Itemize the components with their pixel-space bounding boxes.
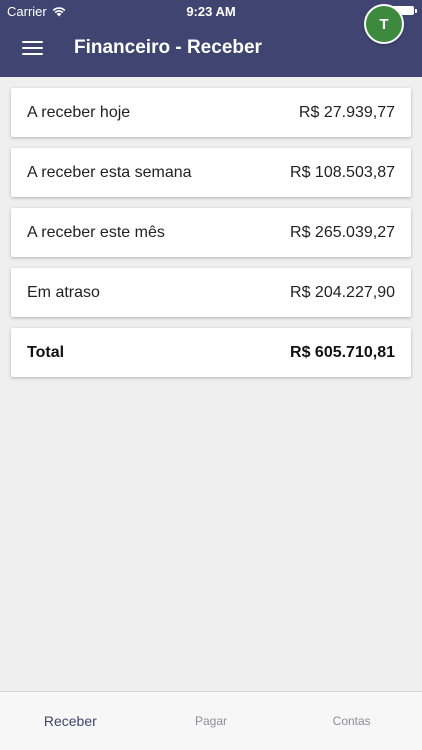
card-label: A receber esta semana: [27, 163, 192, 181]
summary-list: A receber hoje R$ 27.939,77 A receber es…: [11, 88, 411, 388]
card-receivable-month[interactable]: A receber este mês R$ 265.039,27: [11, 208, 411, 257]
card-value: R$ 204.227,90: [290, 283, 395, 301]
tab-contas[interactable]: Contas: [281, 692, 422, 750]
card-label: A receber hoje: [27, 103, 131, 121]
card-value: R$ 27.939,77: [298, 103, 395, 121]
status-time: 9:23 AM: [186, 4, 236, 19]
menu-icon[interactable]: [22, 39, 44, 59]
card-total[interactable]: Total R$ 605.710,81: [11, 328, 411, 377]
card-value: R$ 265.039,27: [290, 223, 395, 241]
app-header: Carrier 9:23 AM Financeiro - Receber T: [0, 0, 422, 77]
card-overdue[interactable]: Em atraso R$ 204.227,90: [11, 268, 411, 317]
total-value: R$ 605.710,81: [290, 343, 395, 361]
card-value: R$ 108.503,87: [290, 163, 395, 181]
tab-pagar[interactable]: Pagar: [141, 692, 282, 750]
status-bar: Carrier 9:23 AM: [0, 0, 422, 22]
tab-bar: Receber Pagar Contas: [0, 691, 422, 750]
card-receivable-week[interactable]: A receber esta semana R$ 108.503,87: [11, 148, 411, 197]
tab-receber[interactable]: Receber: [0, 692, 141, 750]
card-label: A receber este mês: [27, 223, 165, 241]
page-title: Financeiro - Receber: [74, 37, 262, 58]
card-label: Em atraso: [27, 283, 100, 301]
avatar[interactable]: T: [364, 4, 404, 44]
card-receivable-today[interactable]: A receber hoje R$ 27.939,77: [11, 88, 411, 137]
total-label: Total: [27, 343, 65, 361]
